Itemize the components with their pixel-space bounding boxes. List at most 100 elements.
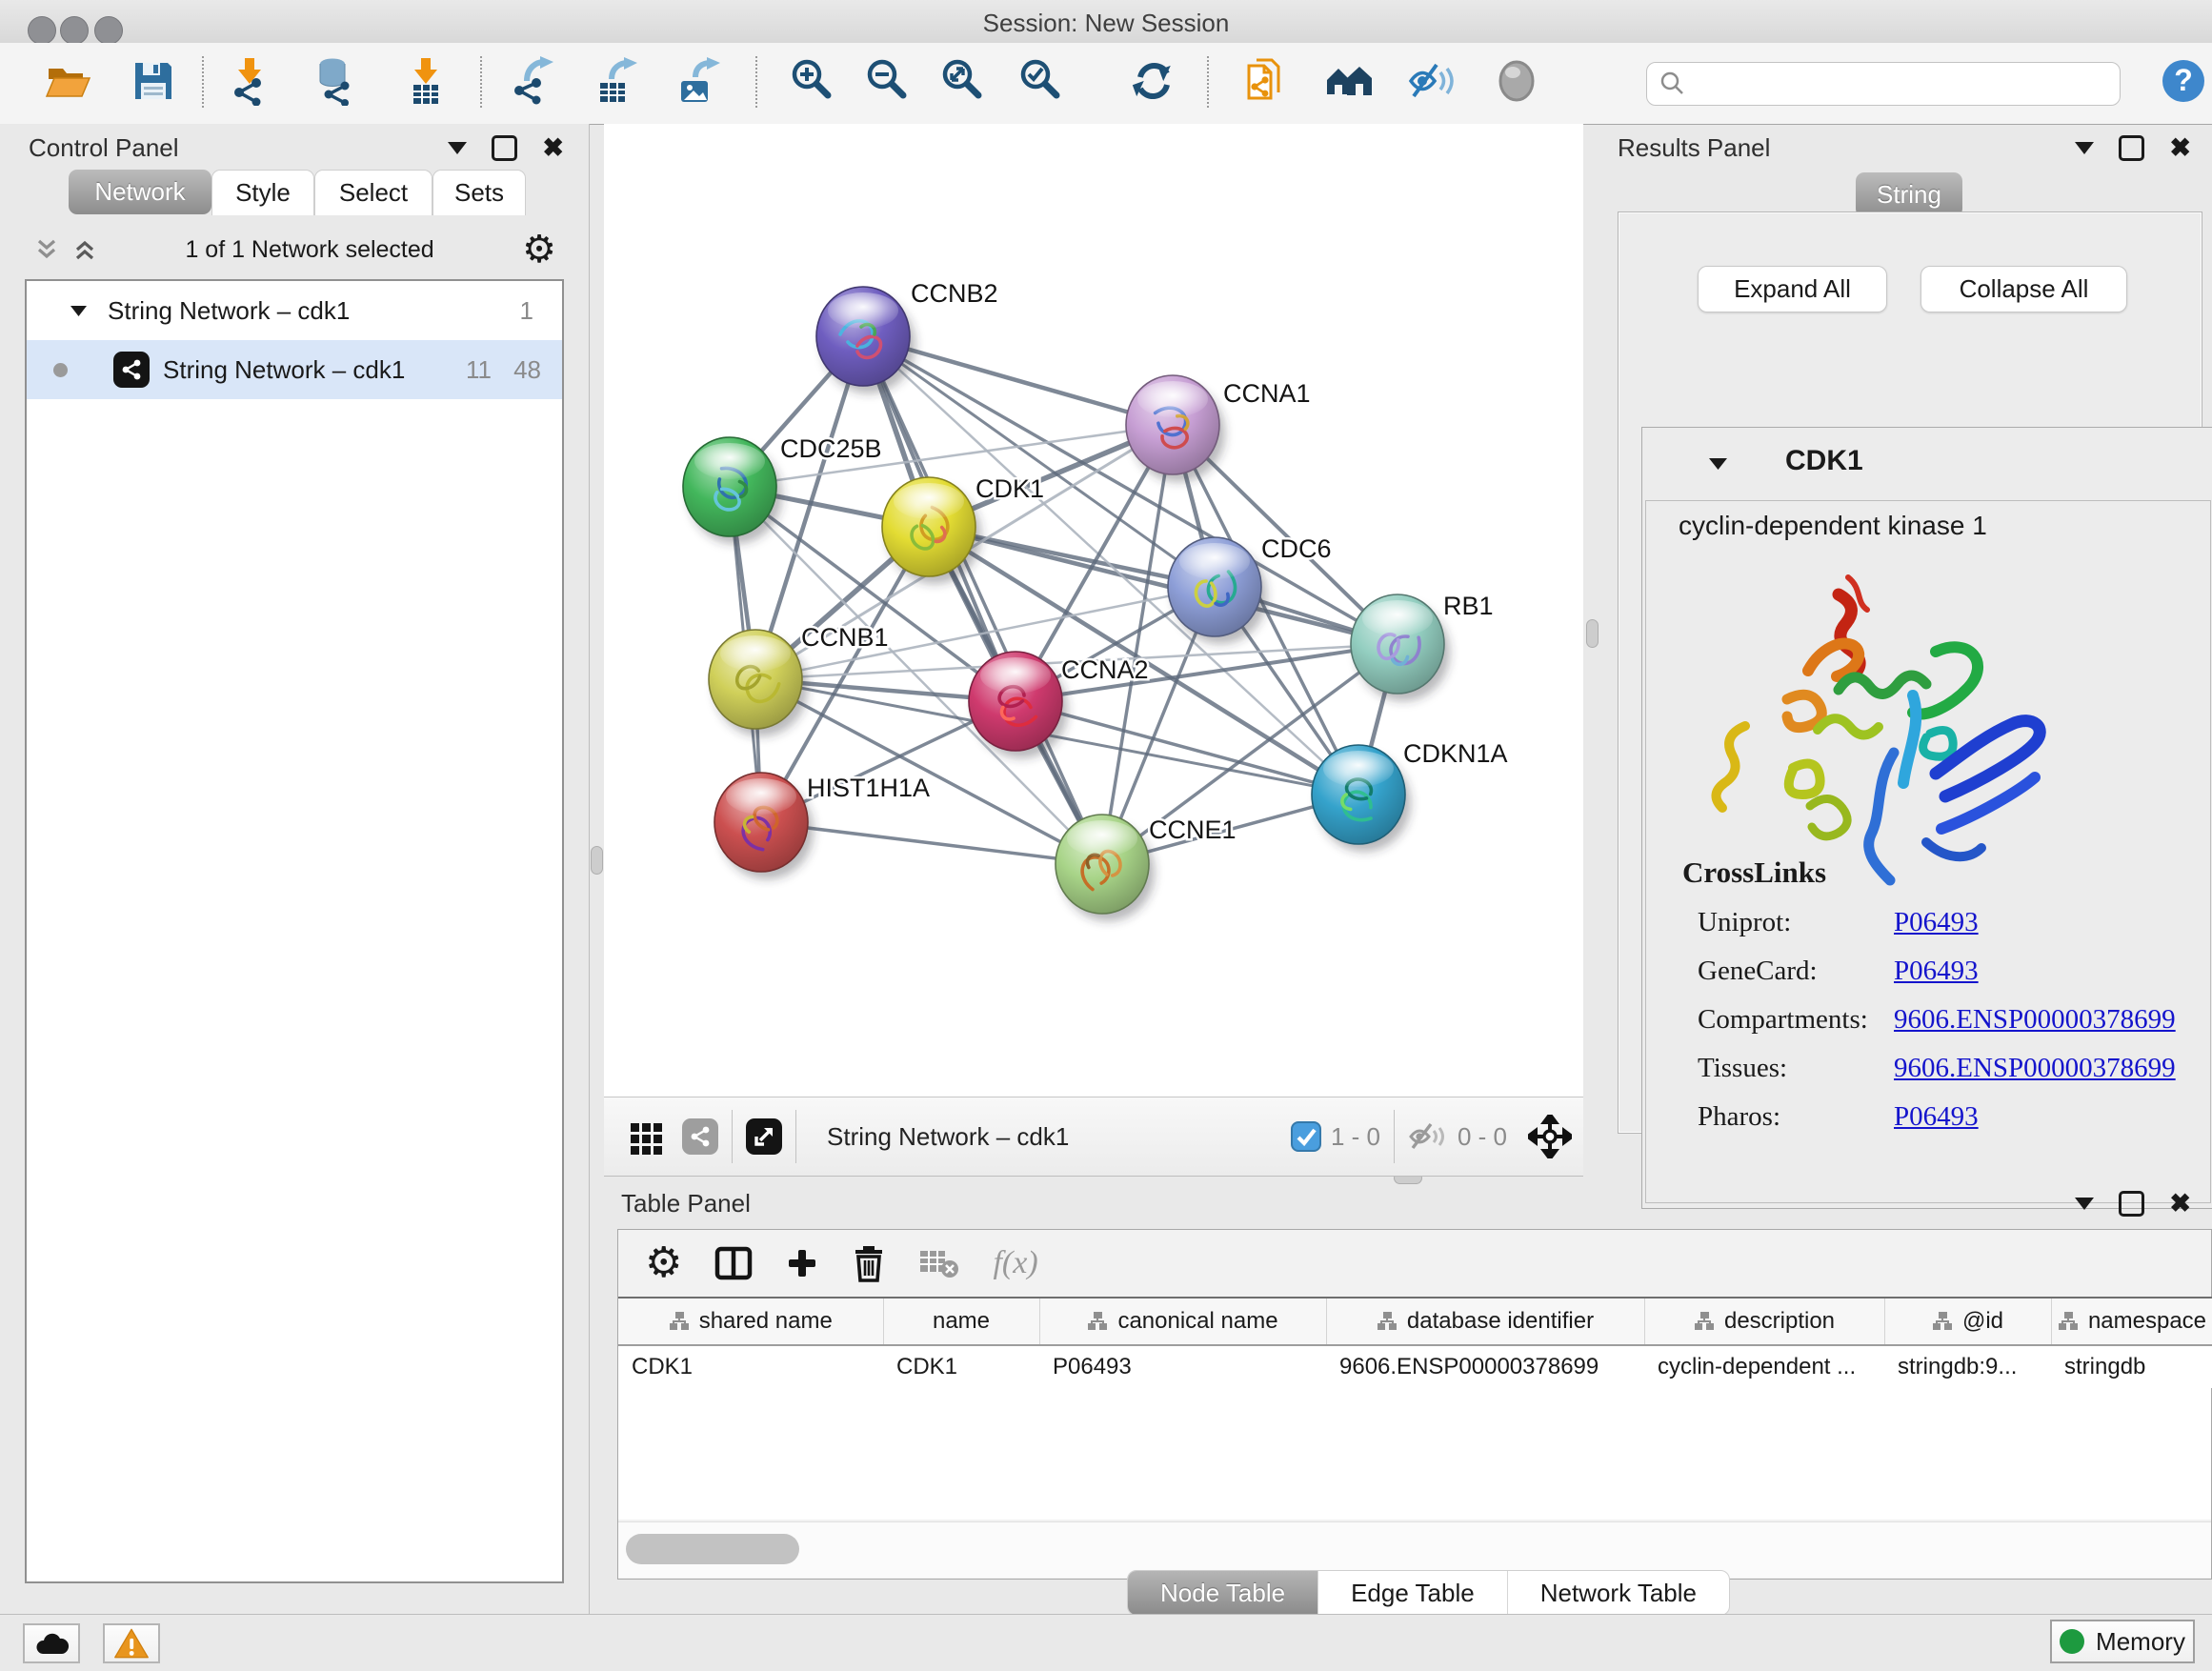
table-empty-area	[618, 1382, 2211, 1520]
refresh-button[interactable]	[1129, 56, 1178, 106]
network-view-canvas[interactable]: CCNB2CCNA1CDC25BCDK1CDC6RB1CCNB1CCNA2CDK…	[604, 124, 1583, 1097]
network-collection-row[interactable]: String Network – cdk1 1	[27, 281, 562, 340]
expand-all-button[interactable]: Expand All	[1698, 266, 1887, 312]
table-options-gear-icon[interactable]: ⚙	[645, 1242, 682, 1284]
node-table-container: ⚙ f(x)	[617, 1229, 2212, 1580]
zoom-out-button[interactable]	[862, 56, 912, 106]
column-header[interactable]: canonical name	[1039, 1298, 1326, 1345]
protein-description: cyclin-dependent kinase 1	[1679, 511, 1987, 541]
save-floppy-icon	[131, 58, 176, 104]
zoom-fit-button[interactable]	[937, 56, 987, 106]
panel-close-icon[interactable]: ✖	[2169, 135, 2191, 161]
tab-string-results[interactable]: String	[1856, 172, 1962, 217]
panel-float-icon[interactable]	[2119, 1191, 2144, 1217]
column-header[interactable]: @id	[1884, 1298, 2051, 1345]
import-network-from-database-button[interactable]	[312, 56, 361, 106]
node-label-HIST1H1A: HIST1H1A	[807, 774, 930, 802]
show-graphics-button[interactable]	[1492, 56, 1541, 106]
string-results-container: Expand All Collapse All CDK1 cyclin-depe…	[1618, 211, 2202, 1134]
selected-nodes-checkbox[interactable]	[1291, 1121, 1321, 1152]
table-panel: Table Panel ✖ ⚙	[604, 1181, 2212, 1614]
network-type-icon[interactable]	[682, 1118, 718, 1155]
crosslink-row: Compartments: 9606.ENSP00000378699	[1682, 1004, 2176, 1036]
column-header[interactable]: database identifier	[1326, 1298, 1644, 1345]
tab-network[interactable]: Network	[69, 170, 211, 214]
tab-style[interactable]: Style	[211, 170, 314, 215]
save-session-button[interactable]	[129, 56, 178, 106]
delete-table-icon	[918, 1247, 960, 1279]
panel-collapse-icon[interactable]	[448, 142, 467, 154]
export-table-button[interactable]	[591, 56, 640, 106]
pan-crosshair-button[interactable]	[1528, 1115, 1572, 1158]
right-splitter-handle[interactable]	[1586, 619, 1599, 648]
tab-network-table[interactable]: Network Table	[1508, 1571, 1729, 1615]
crosslink-link[interactable]: P06493	[1894, 907, 1979, 938]
node-label-CCNB1: CCNB1	[801, 623, 889, 652]
tab-select[interactable]: Select	[314, 170, 432, 215]
open-in-window-button[interactable]	[746, 1118, 782, 1155]
scrollbar-thumb[interactable]	[626, 1534, 799, 1564]
tree-expand-icon[interactable]	[70, 306, 87, 316]
column-header[interactable]: namespace	[2051, 1298, 2212, 1345]
network-node-RB1[interactable]: RB1	[1351, 592, 1494, 701]
network-options-gear-icon[interactable]: ⚙	[522, 231, 556, 269]
network-node-HIST1H1A[interactable]: HIST1H1A	[714, 773, 930, 879]
column-header[interactable]: description	[1644, 1298, 1884, 1345]
warnings-button[interactable]	[103, 1623, 160, 1663]
column-header[interactable]: shared name	[618, 1298, 883, 1345]
crosslink-link[interactable]: 9606.ENSP00000378699	[1894, 1004, 2176, 1036]
houses-icon	[1324, 56, 1374, 106]
section-collapse-icon[interactable]	[1709, 458, 1727, 470]
show-columns-icon[interactable]	[714, 1246, 753, 1280]
home-networks-button[interactable]	[1324, 56, 1374, 106]
open-session-button[interactable]	[43, 56, 92, 106]
panel-float-icon[interactable]	[492, 135, 517, 161]
panel-collapse-icon[interactable]	[2075, 1198, 2094, 1210]
add-column-icon[interactable]	[785, 1246, 819, 1280]
tab-node-table[interactable]: Node Table	[1128, 1571, 1318, 1615]
import-table-button[interactable]	[401, 56, 451, 106]
tab-edge-table[interactable]: Edge Table	[1318, 1571, 1508, 1615]
network-view-title: String Network – cdk1	[827, 1122, 1069, 1152]
search-input[interactable]	[1685, 70, 2089, 98]
control-panel-tabs: Network Style Select Sets	[69, 170, 526, 215]
delete-trash-icon[interactable]	[852, 1244, 886, 1282]
memory-button[interactable]: Memory	[2050, 1620, 2195, 1663]
import-network-button[interactable]	[226, 56, 275, 106]
selected-node-edge-count: 1 - 0	[1331, 1122, 1380, 1152]
export-image-button[interactable]	[673, 56, 722, 106]
string-network-graph[interactable]: CCNB2CCNA1CDC25BCDK1CDC6RB1CCNB1CCNA2CDK…	[604, 124, 1583, 1097]
export-network-icon	[508, 56, 557, 106]
crosslink-link[interactable]: P06493	[1894, 956, 1979, 987]
zoom-selected-button[interactable]	[1016, 56, 1065, 106]
crosslink-link[interactable]: 9606.ENSP00000378699	[1894, 1053, 2176, 1084]
crosslink-label: Compartments:	[1682, 1004, 1894, 1036]
column-header[interactable]: name	[883, 1298, 1039, 1345]
share-document-button[interactable]	[1241, 56, 1291, 106]
panel-collapse-icon[interactable]	[2075, 142, 2094, 154]
panel-close-icon[interactable]: ✖	[542, 135, 564, 161]
crosslink-link[interactable]: P06493	[1894, 1101, 1979, 1133]
network-node-CDC6[interactable]: CDC6	[1168, 534, 1332, 644]
help-button[interactable]: ?	[2159, 56, 2208, 106]
birds-eye-grid-icon[interactable]	[627, 1117, 665, 1156]
search-box	[1646, 62, 2121, 106]
crosslinks-section: CrossLinks Uniprot: P06493 GeneCard: P06…	[1682, 856, 2176, 1133]
cloud-service-button[interactable]	[23, 1623, 80, 1663]
collapse-all-button[interactable]: Collapse All	[1920, 266, 2127, 312]
function-builder-button: f(x)	[993, 1245, 1037, 1281]
panel-float-icon[interactable]	[2119, 135, 2144, 161]
tab-sets[interactable]: Sets	[432, 170, 526, 215]
hide-details-button[interactable]	[1406, 56, 1456, 106]
network-node-CDKN1A[interactable]: CDKN1A	[1312, 739, 1508, 852]
network-node-CDK1[interactable]: CDK1	[882, 474, 1044, 584]
main-toolbar: ?	[0, 43, 2212, 125]
collapse-all-chevron-icon[interactable]	[34, 237, 59, 262]
panel-close-icon[interactable]: ✖	[2169, 1191, 2191, 1217]
expand-all-chevron-icon[interactable]	[72, 237, 97, 262]
left-splitter-handle[interactable]	[591, 846, 603, 875]
network-node-CCNA1[interactable]: CCNA1	[1126, 375, 1311, 482]
zoom-in-button[interactable]	[787, 56, 836, 106]
export-network-button[interactable]	[508, 56, 557, 106]
network-row[interactable]: String Network – cdk1 11 48	[27, 340, 562, 399]
